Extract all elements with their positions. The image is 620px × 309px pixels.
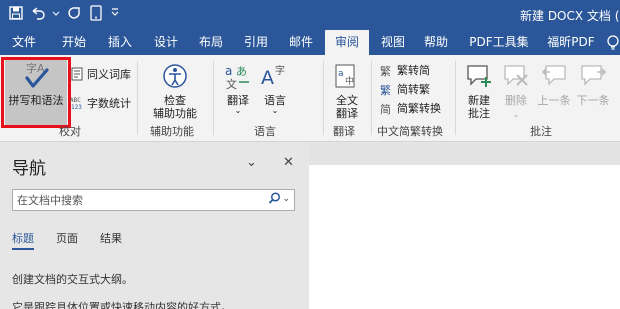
svg-text:123: 123 (71, 104, 82, 110)
tab-foxit-pdf[interactable]: 福昕PDF (540, 30, 602, 55)
touch-mode-icon[interactable] (88, 5, 104, 21)
search-icon (269, 192, 281, 204)
svg-text:繁: 繁 (380, 64, 391, 77)
navigation-pane-title: 导航 (12, 159, 46, 179)
svg-text:a: a (225, 64, 232, 78)
translate-icon: aあ文 (222, 60, 254, 92)
highlight-annotation-box (1, 57, 71, 128)
nav-tab-pages[interactable]: 页面 (56, 230, 78, 246)
word-count-button[interactable]: ABC 123 字数统计 (70, 94, 131, 112)
svg-text:简: 简 (380, 102, 391, 115)
svg-text:文: 文 (226, 77, 237, 90)
chevron-down-icon: ⌄ (271, 106, 279, 115)
group-separator (323, 61, 324, 135)
chevron-down-icon: ⌄ (234, 106, 242, 115)
group-label-chinese-conversion: 中文简繁转换 (377, 125, 443, 138)
tab-references[interactable]: 引用 (234, 30, 278, 55)
delete-comment-button[interactable]: 删除 ⌄ (500, 60, 532, 121)
group-label-comments: 批注 (530, 125, 552, 138)
thesaurus-icon (70, 67, 84, 81)
tab-help[interactable]: 帮助 (414, 30, 458, 55)
document-page[interactable] (309, 165, 620, 309)
quick-access-toolbar (8, 5, 120, 21)
chevron-down-icon: ⌄ (512, 110, 520, 119)
undo-dropdown-icon[interactable] (52, 5, 60, 21)
navigation-hint-text: 它是跟踪具体位置或快速移动内容的好方式。 (12, 301, 232, 309)
simplified-to-traditional-button[interactable]: 繁 简转繁 (380, 80, 430, 98)
new-comment-icon (463, 60, 495, 92)
undo-icon[interactable] (30, 5, 46, 21)
search-button[interactable]: ⌄ (268, 192, 290, 205)
group-label-proofing: 校对 (59, 125, 81, 138)
ribbon-tab-bar: 文件 开始 插入 设计 布局 引用 邮件 审阅 视图 帮助 PDF工具集 福昕P… (0, 30, 620, 55)
nav-tab-results[interactable]: 结果 (100, 230, 122, 246)
previous-comment-icon (538, 60, 570, 92)
tab-review[interactable]: 审阅 (325, 30, 369, 55)
tab-design[interactable]: 设计 (144, 30, 188, 55)
group-separator (455, 61, 456, 135)
svg-text:あ: あ (236, 65, 247, 78)
group-label-translation: 翻译 (333, 125, 355, 138)
group-separator (213, 61, 214, 135)
thesaurus-button[interactable]: 同义词库 (70, 65, 131, 83)
next-comment-icon (577, 60, 609, 92)
tab-file[interactable]: 文件 (2, 30, 46, 55)
accessibility-icon (159, 60, 191, 92)
lightbulb-icon[interactable] (605, 30, 620, 55)
navigation-search-box[interactable]: ⌄ (12, 189, 295, 211)
navigation-hint-text: 创建文档的交互式大纲。 (12, 273, 133, 286)
full-translation-icon: a中 (331, 60, 363, 92)
tab-view[interactable]: 视图 (371, 30, 415, 55)
chinese-conversion-icon: 简 (380, 101, 394, 115)
group-separator (137, 61, 138, 135)
language-button[interactable]: A字 语言 ⌄ (257, 60, 293, 115)
svg-text:ABC: ABC (70, 97, 81, 104)
traditional-to-simplified-icon: 繁 (380, 63, 394, 77)
tab-mailings[interactable]: 邮件 (279, 30, 323, 55)
chevron-down-icon: ⌄ (282, 193, 290, 204)
navigation-search-input[interactable] (17, 192, 257, 208)
previous-comment-button[interactable]: 上一条 (535, 60, 573, 107)
document-area (309, 143, 620, 309)
svg-text:字: 字 (275, 64, 285, 77)
navigation-pane: 导航 ⌄ ✕ ⌄ 标题 页面 结果 创建文档的交互式大纲。 它是跟踪具体位置或快… (0, 143, 309, 309)
svg-text:中: 中 (345, 75, 354, 87)
tab-home[interactable]: 开始 (52, 30, 96, 55)
delete-comment-icon (500, 60, 532, 92)
document-title: 新建 DOCX 文档 (5).d (520, 9, 620, 23)
tab-pdf-tools[interactable]: PDF工具集 (461, 30, 537, 55)
simplified-to-traditional-icon: 繁 (380, 82, 394, 96)
chinese-conversion-button[interactable]: 简 简繁转换 (380, 99, 441, 117)
svg-text:繁: 繁 (380, 83, 391, 96)
word-count-icon: ABC 123 (70, 96, 84, 110)
close-icon[interactable]: ✕ (283, 155, 294, 170)
language-icon: A字 (259, 60, 291, 92)
svg-text:A: A (261, 67, 274, 89)
title-bar: 新建 DOCX 文档 (5).d (0, 0, 620, 30)
nav-tab-headings[interactable]: 标题 (12, 230, 34, 250)
full-translation-button[interactable]: a中 全文 翻译 (328, 60, 366, 120)
customize-qat-icon[interactable] (110, 5, 120, 21)
new-comment-button[interactable]: 新建 批注 (460, 60, 498, 120)
tab-insert[interactable]: 插入 (98, 30, 142, 55)
pane-options-icon[interactable]: ⌄ (246, 155, 257, 170)
traditional-to-simplified-button[interactable]: 繁 繁转简 (380, 61, 430, 79)
group-separator (371, 61, 372, 135)
tab-layout[interactable]: 布局 (189, 30, 233, 55)
next-comment-button[interactable]: 下一条 (573, 60, 613, 107)
check-accessibility-button[interactable]: 检查 辅助功能 (146, 60, 204, 120)
svg-text:a: a (338, 69, 344, 79)
redo-icon[interactable] (66, 5, 82, 21)
group-label-language: 语言 (254, 125, 276, 138)
group-label-accessibility: 辅助功能 (150, 125, 194, 138)
save-icon[interactable] (8, 5, 24, 21)
translate-button[interactable]: aあ文 翻译 ⌄ (218, 60, 258, 115)
